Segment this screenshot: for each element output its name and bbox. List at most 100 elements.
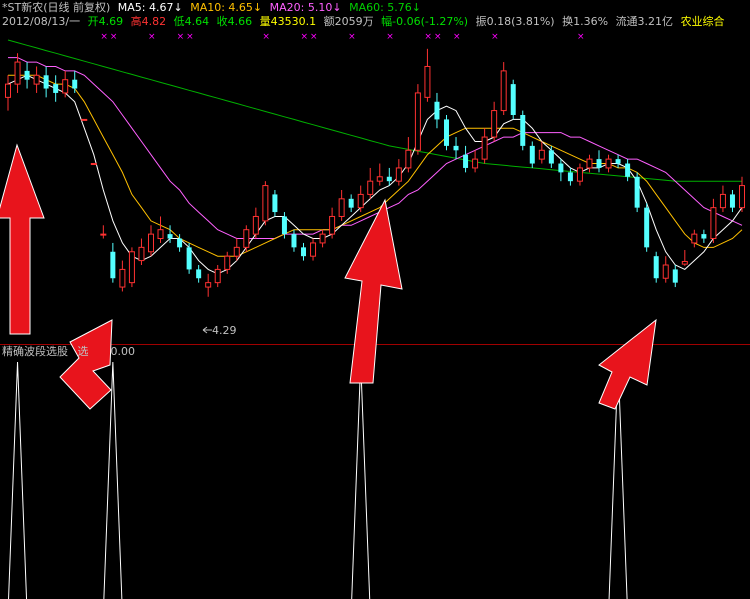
candle-body-down bbox=[510, 84, 516, 115]
candle-body-up bbox=[138, 246, 145, 262]
candle-body-up bbox=[491, 110, 498, 138]
ma20-line bbox=[8, 57, 743, 239]
candle-body-up bbox=[414, 92, 421, 151]
candle-body-up bbox=[405, 149, 412, 169]
red-arrow-1 bbox=[0, 143, 45, 335]
candle-body-up bbox=[128, 251, 135, 284]
min-price-label: 4.29 bbox=[212, 324, 237, 337]
signal-marker: × bbox=[310, 32, 318, 42]
candle-body-down bbox=[281, 216, 287, 235]
signal-marker: × bbox=[434, 32, 442, 42]
candle-body-down bbox=[596, 159, 602, 168]
candle-body-up bbox=[395, 167, 402, 182]
candle-body-down bbox=[701, 234, 707, 239]
candle-body-down bbox=[453, 145, 459, 151]
indicator-value-prefix: 选 bbox=[77, 345, 89, 358]
red-arrow-2 bbox=[59, 319, 113, 410]
signal-marker: × bbox=[110, 32, 118, 42]
candle-body-down bbox=[301, 247, 307, 257]
candle-body-up bbox=[233, 246, 240, 257]
candle-body-down bbox=[24, 70, 30, 80]
candle-body-down bbox=[434, 101, 440, 120]
candle-body-up bbox=[243, 229, 250, 248]
candle-body-down bbox=[520, 115, 526, 146]
candle-body-up bbox=[224, 255, 231, 270]
candle-body-down bbox=[672, 269, 678, 283]
indicator-spike bbox=[351, 361, 371, 599]
signal-marker: × bbox=[491, 32, 499, 42]
candle-body-down bbox=[186, 247, 192, 270]
indicator-spike bbox=[8, 361, 28, 599]
candle-body-down bbox=[653, 256, 659, 279]
candle-body-down bbox=[53, 84, 59, 93]
candle-body-up bbox=[739, 185, 745, 209]
candle-body-up bbox=[33, 74, 40, 85]
candle-body-down bbox=[443, 119, 449, 146]
candle-body-up bbox=[5, 83, 11, 98]
candle-body-down bbox=[548, 150, 554, 164]
candle-body-up bbox=[90, 163, 97, 166]
candle-body-up bbox=[538, 149, 545, 160]
indicator-value: 0.00 bbox=[110, 345, 136, 358]
candle-body-down bbox=[558, 163, 564, 173]
candle-body-up bbox=[262, 185, 269, 222]
candle-body-up bbox=[214, 268, 221, 284]
candle-body-up bbox=[357, 193, 364, 209]
candle-body-down bbox=[625, 163, 631, 177]
candle-body-up bbox=[472, 158, 479, 169]
candle-body-up bbox=[100, 233, 107, 236]
candle-body-down bbox=[348, 198, 354, 208]
candle-body-up bbox=[576, 167, 583, 182]
signal-marker: × bbox=[100, 32, 108, 42]
candle-body-up bbox=[157, 229, 164, 240]
candle-body-up bbox=[205, 282, 212, 288]
signal-marker: × bbox=[386, 32, 394, 42]
candle-body-down bbox=[110, 251, 116, 279]
candle-body-down bbox=[177, 238, 183, 248]
candle-body-down bbox=[196, 269, 202, 279]
candle-body-up bbox=[481, 136, 488, 160]
candle-body-up bbox=[586, 158, 593, 169]
candle-body-down bbox=[291, 234, 297, 248]
signal-marker: × bbox=[453, 32, 461, 42]
candle-body-up bbox=[681, 260, 688, 265]
signal-marker: × bbox=[424, 32, 432, 42]
candle-body-down bbox=[729, 194, 735, 208]
ma60-line bbox=[7, 39, 742, 182]
candle-body-up bbox=[81, 118, 88, 121]
indicator-spike bbox=[103, 361, 123, 599]
candle-body-up bbox=[252, 215, 259, 235]
candle-body-down bbox=[634, 176, 640, 208]
candle-body-up bbox=[691, 233, 698, 244]
candle-body-up bbox=[319, 233, 326, 244]
candle-body-down bbox=[272, 194, 278, 213]
candle-body-up bbox=[147, 233, 154, 253]
candle-body-up bbox=[500, 70, 507, 112]
candle-body-up bbox=[329, 215, 336, 235]
candle-body-up bbox=[424, 65, 431, 98]
signal-marker: × bbox=[186, 32, 194, 42]
candle-body-down bbox=[167, 234, 173, 239]
candle-body-up bbox=[376, 176, 383, 182]
signal-marker: × bbox=[301, 32, 309, 42]
candle-body-down bbox=[386, 176, 392, 182]
candle-body-down bbox=[43, 75, 49, 89]
signal-marker: × bbox=[262, 32, 270, 42]
candle-body-down bbox=[615, 159, 621, 164]
candle-body-up bbox=[367, 180, 374, 195]
red-arrow-3 bbox=[344, 198, 403, 384]
candle-body-up bbox=[14, 61, 21, 85]
candle-body-up bbox=[719, 193, 726, 209]
signal-marker: × bbox=[148, 32, 156, 42]
candle-body-up bbox=[605, 158, 612, 169]
candle-body-up bbox=[710, 207, 717, 240]
candle-body-down bbox=[463, 154, 469, 168]
candle-body-down bbox=[529, 145, 535, 164]
signal-marker: × bbox=[348, 32, 356, 42]
candle-body-up bbox=[119, 268, 126, 288]
indicator-title: 精确波段选股 选 0.00 bbox=[2, 345, 135, 359]
candle-body-down bbox=[644, 207, 650, 248]
candle-body-down bbox=[72, 79, 78, 89]
signal-marker: × bbox=[577, 32, 585, 42]
candle-body-up bbox=[662, 264, 669, 279]
